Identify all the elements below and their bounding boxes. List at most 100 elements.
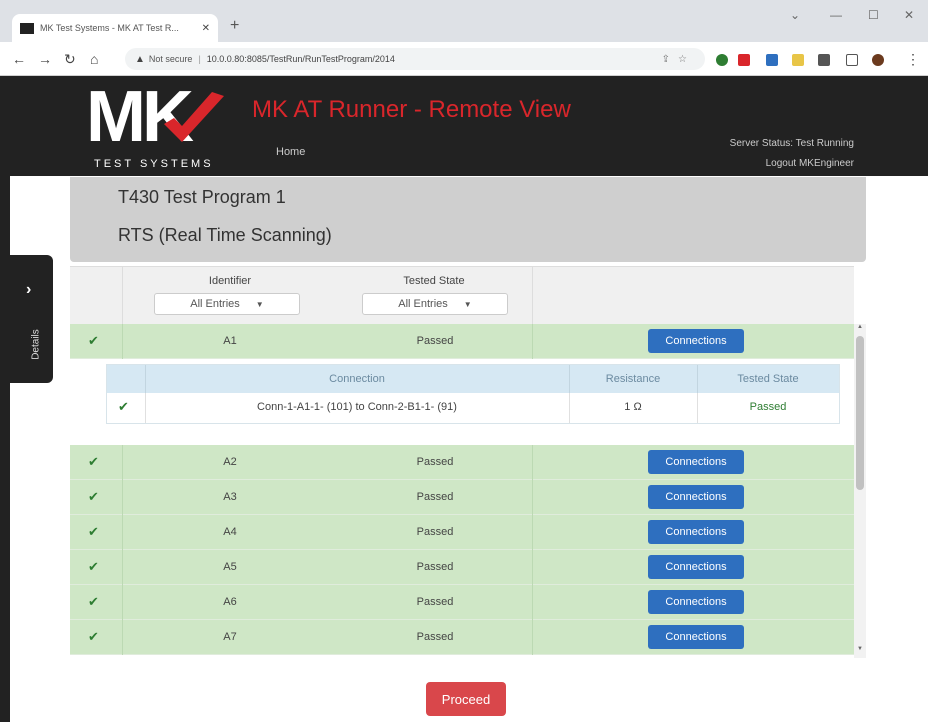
logout-link[interactable]: Logout MKEngineer xyxy=(766,158,854,169)
check-icon: ✔ xyxy=(88,454,99,469)
extensions-puzzle-icon[interactable] xyxy=(818,54,830,66)
chevron-down-icon[interactable]: ⌄ xyxy=(790,8,800,22)
close-tab-icon[interactable]: ✕ xyxy=(202,23,210,34)
menu-kebab-icon[interactable]: ⋮ xyxy=(906,51,920,68)
home-icon[interactable]: ⌂ xyxy=(90,51,98,67)
table-scrollbar[interactable]: ▲ ▼ xyxy=(854,324,866,658)
check-icon: ✔ xyxy=(88,629,99,644)
results-table: Identifier All Entries ▼ Tested State Al… xyxy=(70,266,866,658)
row-identifier: A3 xyxy=(223,491,237,503)
row-divider xyxy=(122,445,123,480)
not-secure-label: Not secure xyxy=(148,54,193,64)
connections-button[interactable]: Connections xyxy=(648,520,744,544)
connections-button[interactable]: Connections xyxy=(648,329,744,353)
row-divider xyxy=(122,515,123,550)
details-drawer-toggle[interactable]: › Details xyxy=(10,255,53,383)
row-state: Passed xyxy=(416,596,454,608)
nav-home-link[interactable]: Home xyxy=(276,146,305,158)
extension-yellow-icon[interactable] xyxy=(792,54,804,66)
extension-blue-icon[interactable] xyxy=(766,54,778,66)
row-identifier: A7 xyxy=(223,631,237,643)
address-separator: | xyxy=(198,54,201,64)
connections-button[interactable]: Connections xyxy=(648,450,744,474)
address-input[interactable]: ▲ Not secure | 10.0.0.80:8085/TestRun/Ru… xyxy=(125,48,705,70)
row-identifier: A2 xyxy=(223,456,237,468)
row-divider xyxy=(122,620,123,655)
forward-icon[interactable]: → xyxy=(38,51,52,67)
row-identifier: A5 xyxy=(223,561,237,573)
page-left-edge xyxy=(0,76,10,722)
table-row: ✔ A2 Passed Connections xyxy=(70,445,854,480)
row-state: Passed xyxy=(416,335,454,347)
extension-check-icon[interactable] xyxy=(716,54,728,66)
connections-button[interactable]: Connections xyxy=(648,590,744,614)
minimize-icon[interactable]: — xyxy=(830,8,842,22)
proceed-button[interactable]: Proceed xyxy=(426,682,506,716)
row-identifier: A6 xyxy=(223,596,237,608)
sub-col-resistance: Resistance xyxy=(605,373,661,385)
program-name: T430 Test Program 1 xyxy=(118,187,286,207)
check-icon: ✔ xyxy=(88,333,99,348)
new-tab-icon[interactable]: + xyxy=(230,17,239,35)
scroll-down-icon[interactable]: ▼ xyxy=(857,646,863,652)
check-icon: ✔ xyxy=(88,524,99,539)
profile-avatar-icon[interactable] xyxy=(872,54,884,66)
identifier-filter-select[interactable]: All Entries ▼ xyxy=(154,293,300,315)
sub-connection-value: Conn-1-A1-1- (101) to Conn-2-B1-1- (91) xyxy=(257,401,457,413)
scroll-up-icon[interactable]: ▲ xyxy=(857,324,863,330)
table-row: ✔ A3 Passed Connections xyxy=(70,480,854,515)
mk-logo: MK TEST SYSTEMS xyxy=(80,77,238,174)
program-title-box: T430 Test Program 1 RTS (Real Time Scann… xyxy=(70,177,866,262)
row-divider xyxy=(532,515,533,550)
identifier-filter-value: All Entries xyxy=(190,298,240,310)
row-state: Passed xyxy=(416,561,454,573)
table-row: ✔ A5 Passed Connections xyxy=(70,550,854,585)
table-header: Identifier All Entries ▼ Tested State Al… xyxy=(70,266,854,325)
share-star-icons[interactable]: ⇪☆ xyxy=(662,54,695,65)
sidepanel-icon[interactable] xyxy=(846,54,858,66)
col-identifier-header: Identifier xyxy=(208,275,252,287)
logo-checkmark-icon xyxy=(164,92,224,142)
state-filter-select[interactable]: All Entries ▼ xyxy=(362,293,508,315)
row-divider xyxy=(532,550,533,585)
program-mode: RTS (Real Time Scanning) xyxy=(118,225,332,245)
warning-icon: ▲ xyxy=(135,53,145,65)
browser-window: MK Test Systems - MK AT Test R... ✕ + ⌄ … xyxy=(0,0,928,722)
check-icon: ✔ xyxy=(88,559,99,574)
browser-tab[interactable]: MK Test Systems - MK AT Test R... ✕ xyxy=(12,14,218,42)
subtable-row: ✔ Conn-1-A1-1- (101) to Conn-2-B1-1- (91… xyxy=(107,393,839,423)
maximize-icon[interactable]: ☐ xyxy=(868,8,879,22)
connections-button[interactable]: Connections xyxy=(648,485,744,509)
details-label: Details xyxy=(30,329,42,360)
table-row: ✔ A7 Passed Connections xyxy=(70,620,854,655)
app-header: MK TEST SYSTEMS MK AT Runner - Remote Vi… xyxy=(10,76,928,176)
address-toolbar: ← → ↻ ⌂ ▲ Not secure | 10.0.0.80:8085/Te… xyxy=(0,42,928,76)
extension-red-icon[interactable] xyxy=(738,54,750,66)
row-state: Passed xyxy=(416,526,454,538)
table-row: ✔ A1 Passed Connections xyxy=(70,324,854,359)
row-divider xyxy=(122,585,123,620)
sub-state-value: Passed xyxy=(749,401,787,413)
header-divider xyxy=(122,267,123,325)
row-state: Passed xyxy=(416,491,454,503)
connections-button[interactable]: Connections xyxy=(648,625,744,649)
tab-bar: MK Test Systems - MK AT Test R... ✕ + ⌄ … xyxy=(0,0,928,42)
scrollbar-thumb[interactable] xyxy=(856,336,864,490)
reload-icon[interactable]: ↻ xyxy=(64,51,76,68)
sub-col-state: Tested State xyxy=(737,373,799,385)
table-row: ✔ A4 Passed Connections xyxy=(70,515,854,550)
row-divider xyxy=(122,480,123,515)
sub-resistance-value: 1 Ω xyxy=(624,401,642,413)
back-icon[interactable]: ← xyxy=(12,51,26,67)
chevron-right-icon: › xyxy=(26,281,32,298)
row-state: Passed xyxy=(416,631,454,643)
row-divider xyxy=(532,585,533,620)
row-divider xyxy=(532,480,533,515)
table-row: ✔ A6 Passed Connections xyxy=(70,585,854,620)
check-icon: ✔ xyxy=(88,594,99,609)
close-window-icon[interactable]: ✕ xyxy=(904,8,914,22)
state-filter-value: All Entries xyxy=(398,298,448,310)
app-title: MK AT Runner - Remote View xyxy=(252,96,571,123)
connections-button[interactable]: Connections xyxy=(648,555,744,579)
check-icon: ✔ xyxy=(88,489,99,504)
